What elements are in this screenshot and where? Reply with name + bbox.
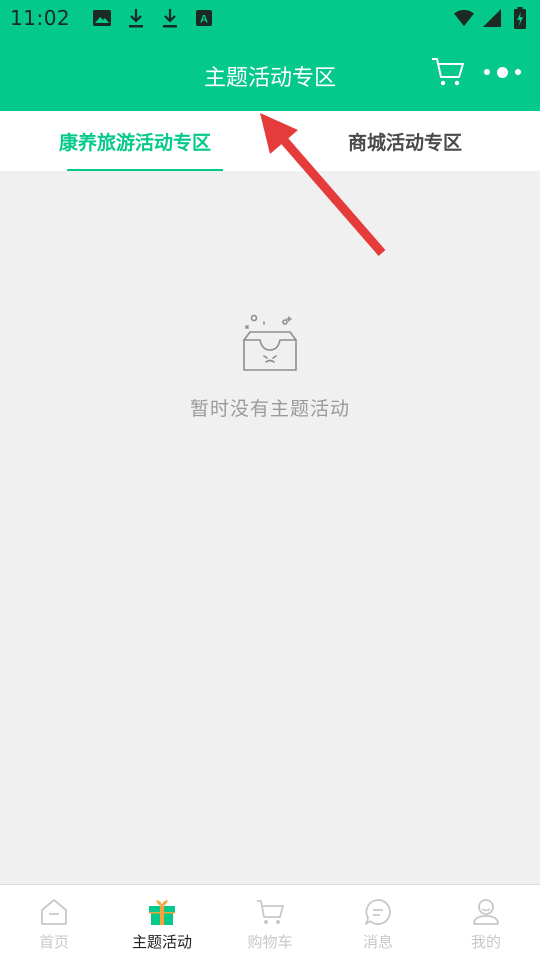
nav-label: 首页	[38, 933, 69, 951]
svg-text:A: A	[200, 14, 208, 26]
tab-label: 康养旅游活动专区	[58, 131, 211, 154]
home-icon	[41, 899, 67, 925]
nav-item-cart[interactable]: 购物车	[216, 885, 324, 960]
tab-mall[interactable]: 商城活动专区	[270, 111, 540, 171]
download-icon	[126, 8, 146, 28]
battery-charging-icon	[510, 7, 530, 29]
empty-box-icon	[243, 314, 297, 371]
cart-button[interactable]	[430, 56, 466, 88]
cart-icon	[432, 58, 464, 86]
nav-item-messages[interactable]: 消息	[324, 885, 432, 960]
empty-message: 暂时没有主题活动	[189, 398, 350, 420]
wifi-icon	[454, 8, 474, 28]
app-a-icon: A	[194, 8, 214, 28]
download-icon	[160, 8, 180, 28]
nav-label: 购物车	[247, 933, 293, 951]
tab-health-travel[interactable]: 康养旅游活动专区	[0, 111, 270, 171]
tab-active-indicator	[67, 169, 223, 171]
more-dots-icon	[483, 69, 490, 75]
tab-bar: 康养旅游活动专区 商城活动专区	[0, 111, 540, 171]
nav-label: 主题活动	[131, 933, 192, 951]
app-header: 主题活动专区	[0, 36, 540, 111]
bottom-nav: 首页 主题活动 购物车 消息 我的	[0, 884, 540, 960]
signal-icon	[482, 8, 502, 28]
more-dots-center	[496, 66, 508, 78]
nav-item-home[interactable]: 首页	[0, 885, 108, 960]
phone-screen: 11:02 A 主题活动专区 康养旅游活动专区 商城活动专区 暂时没有主题活动 …	[0, 0, 540, 960]
tab-label: 商城活动专区	[347, 131, 462, 154]
nav-label: 消息	[362, 933, 393, 951]
image-icon	[92, 8, 112, 28]
status-bar: 11:02 A	[0, 0, 540, 36]
nav-item-profile[interactable]: 我的	[432, 885, 540, 960]
gift-icon	[149, 900, 175, 925]
status-time: 11:02	[10, 6, 71, 30]
more-dots-right	[514, 69, 521, 75]
cart-icon	[257, 900, 284, 924]
empty-state: 暂时没有主题活动	[0, 312, 540, 421]
nav-item-theme-activity[interactable]: 主题活动	[108, 885, 216, 960]
notification-icons: A	[92, 8, 214, 28]
more-button[interactable]	[478, 60, 526, 84]
system-icons	[454, 7, 530, 29]
user-icon	[473, 899, 499, 925]
nav-label: 我的	[470, 933, 501, 951]
message-icon	[365, 899, 391, 925]
